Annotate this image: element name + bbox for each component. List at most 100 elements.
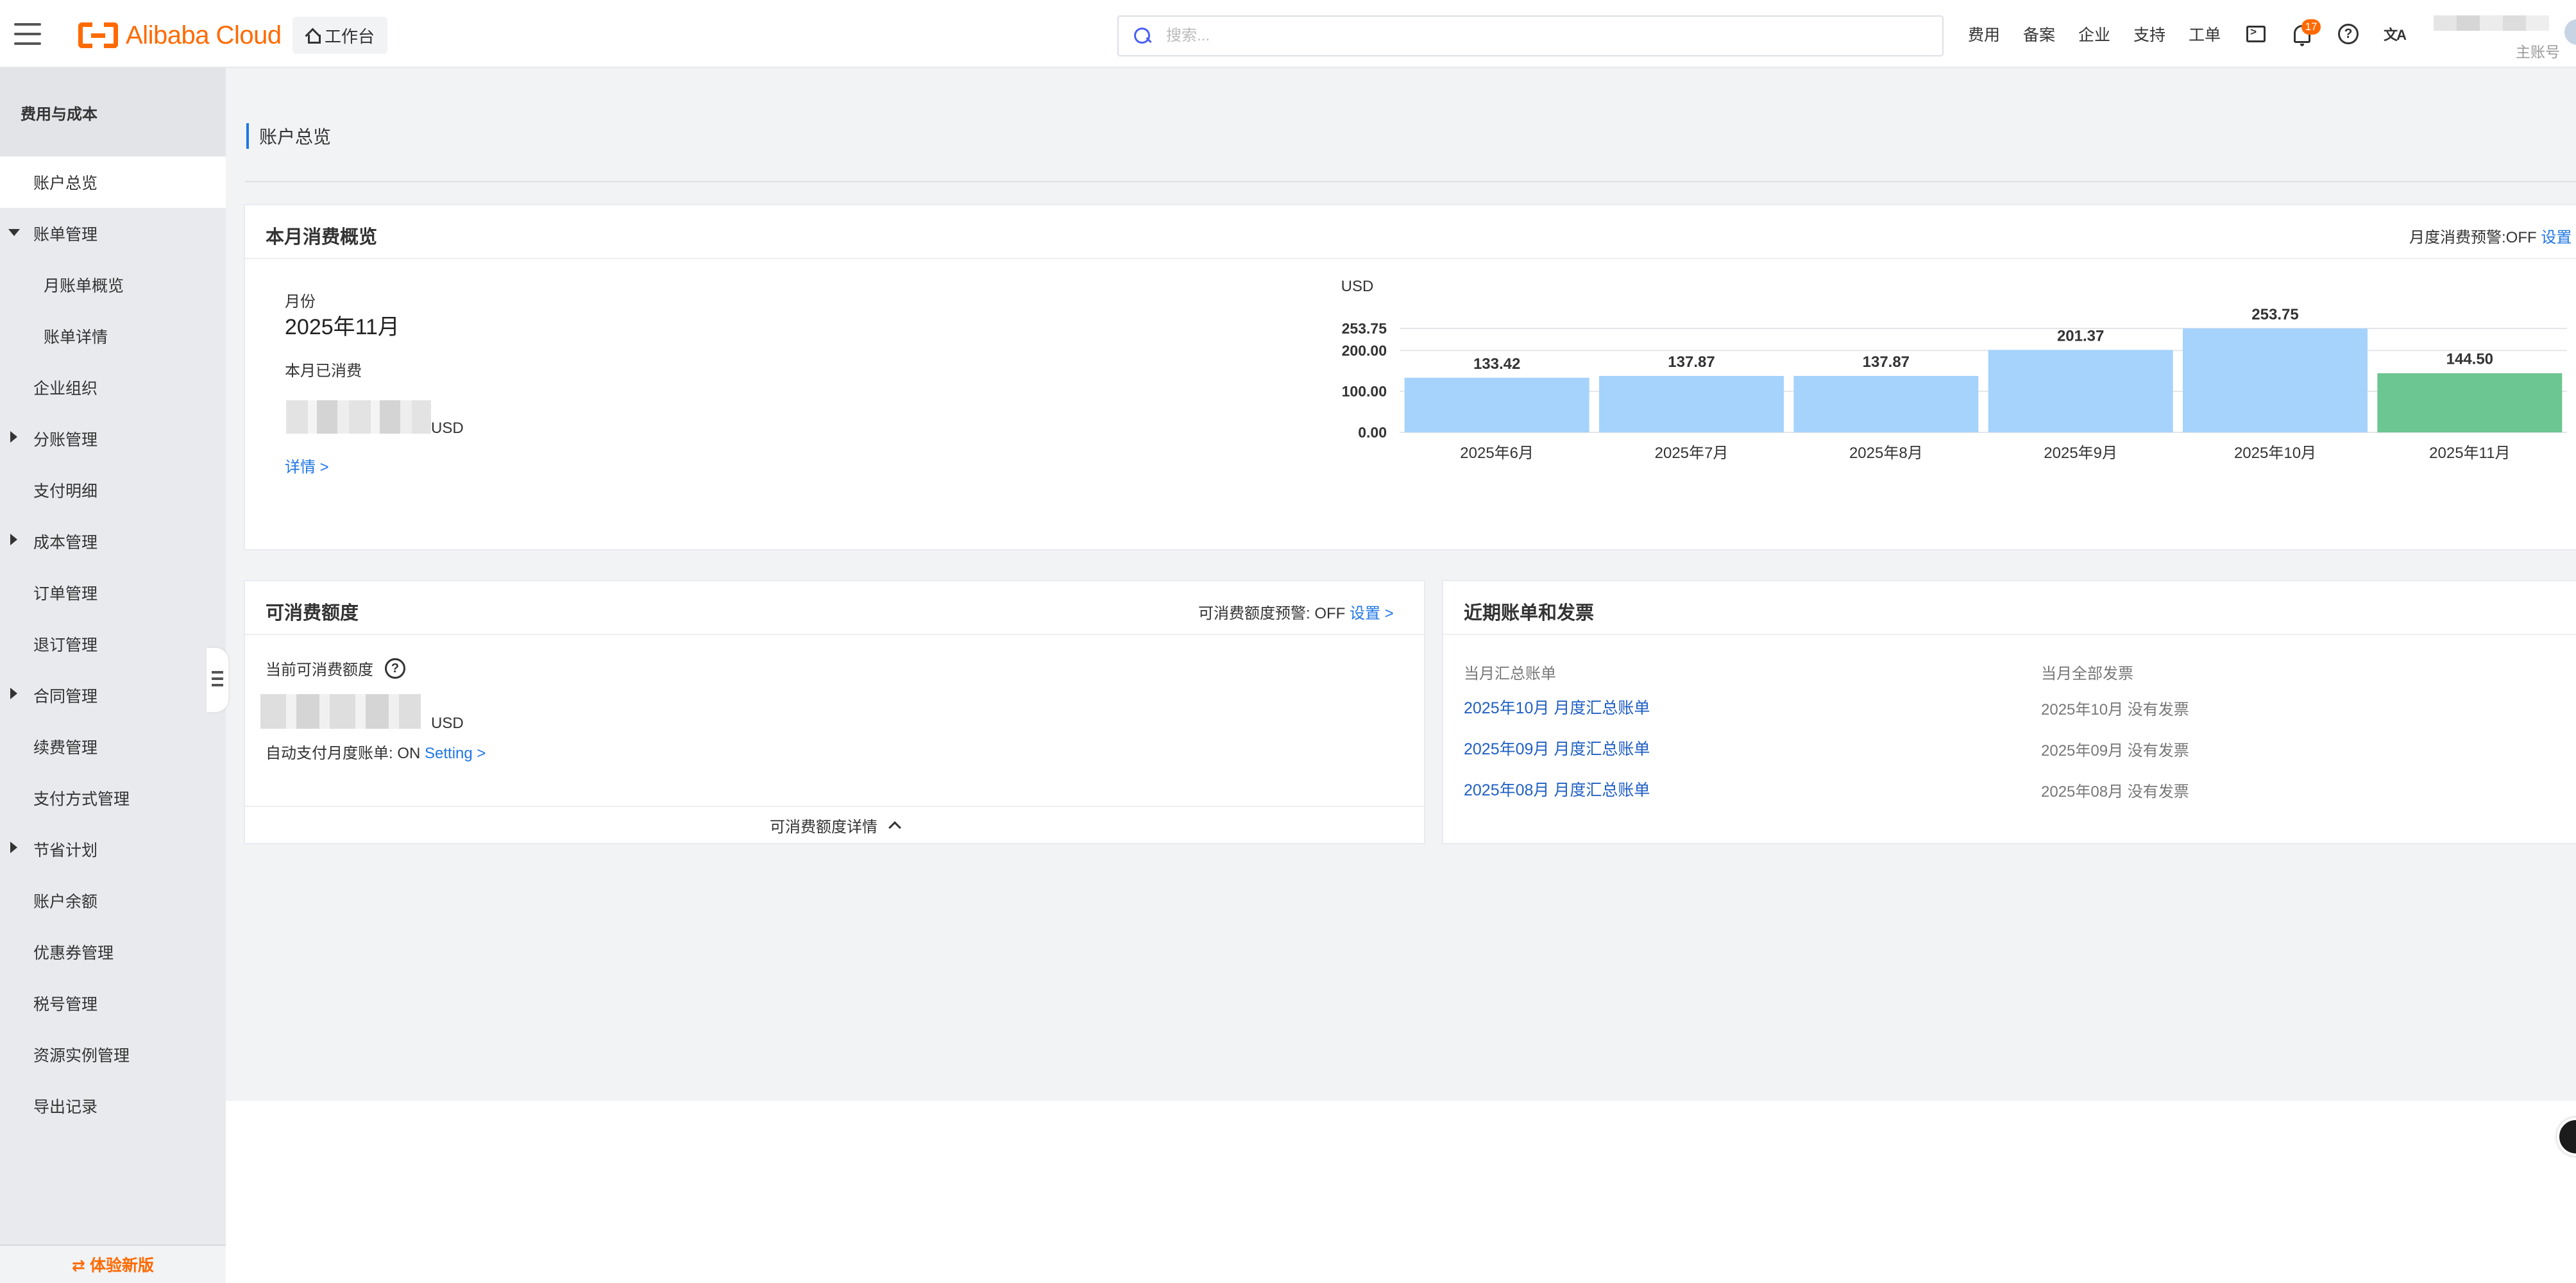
chart-bar[interactable] bbox=[1599, 375, 1784, 432]
sidebar-item[interactable]: 企业组织 bbox=[0, 362, 226, 413]
search-input[interactable] bbox=[1166, 27, 1872, 45]
sidebar-item[interactable]: 分账管理 bbox=[0, 413, 226, 464]
caret-right-icon bbox=[10, 688, 17, 699]
account-name-redacted[interactable] bbox=[2434, 15, 2549, 31]
spent-unit: USD bbox=[431, 420, 464, 437]
card-title: 可消费额度 bbox=[266, 603, 359, 624]
sidebar-item[interactable]: 账单详情 bbox=[0, 310, 226, 362]
chart-x-tick: 2025年7月 bbox=[1655, 445, 1729, 462]
sidebar-item-label: 支付明细 bbox=[33, 482, 98, 500]
sidebar-item[interactable]: 成本管理 bbox=[0, 516, 226, 567]
invoices-column-header: 当月全部发票 bbox=[2041, 665, 2133, 683]
sidebar-item[interactable]: 合同管理 bbox=[0, 670, 226, 721]
chart-bar[interactable] bbox=[1404, 377, 1589, 432]
invoice-status: 2025年09月 没有发票 bbox=[2041, 742, 2189, 760]
workbench-button[interactable]: 工作台 bbox=[292, 17, 388, 54]
chart-y-tick: 200.00 bbox=[1342, 342, 1387, 359]
monthly-alert-label: 月度消费预警:OFF bbox=[2409, 229, 2537, 246]
sidebar-item[interactable]: 账户余额 bbox=[0, 875, 226, 926]
card-title: 近期账单和发票 bbox=[1464, 603, 1595, 624]
chart-y-unit: USD bbox=[1341, 278, 1374, 295]
credit-warning: 可消费额度预警: OFF 设置 > bbox=[1198, 600, 1394, 623]
logo[interactable]: Alibaba Cloud bbox=[78, 19, 282, 51]
sidebar-item[interactable]: 月账单概览 bbox=[0, 259, 226, 310]
sidebar-item-label: 优惠券管理 bbox=[33, 944, 114, 962]
sidebar-item-label: 月账单概览 bbox=[44, 277, 124, 295]
chart-x-tick: 2025年6月 bbox=[1460, 445, 1534, 462]
nav-support[interactable]: 支持 bbox=[2133, 22, 2165, 46]
sidebar-item[interactable]: 账单管理 bbox=[0, 208, 226, 259]
chart-x-tick: 2025年9月 bbox=[2044, 445, 2117, 462]
try-new-version-button[interactable]: ⇄ 体验新版 bbox=[0, 1245, 226, 1283]
monthly-bill-link[interactable]: 2025年10月 月度汇总账单 bbox=[1464, 695, 1650, 718]
sidebar-item[interactable]: 支付明细 bbox=[0, 464, 226, 516]
sidebar-item[interactable]: 资源实例管理 bbox=[0, 1029, 226, 1080]
sidebar-item[interactable]: 订单管理 bbox=[0, 567, 226, 618]
nav-filing[interactable]: 备案 bbox=[2023, 22, 2055, 46]
cloud-shell-button[interactable] bbox=[2244, 22, 2268, 46]
sidebar-collapse-handle[interactable] bbox=[207, 648, 228, 712]
chart-y-tick: 0.00 bbox=[1358, 424, 1387, 441]
sidebar-item[interactable]: 税号管理 bbox=[0, 978, 226, 1029]
sidebar-item-label: 分账管理 bbox=[33, 431, 98, 449]
help-icon: ? bbox=[2338, 24, 2359, 44]
invoice-status: 2025年10月 没有发票 bbox=[2041, 701, 2189, 718]
sidebar-title: 费用与成本 bbox=[0, 68, 226, 157]
credit-details-label: 可消费额度详情 bbox=[770, 818, 877, 836]
spent-amount-redacted bbox=[286, 400, 431, 434]
credit-warning-settings-link[interactable]: 设置 > bbox=[1350, 605, 1394, 622]
sidebar-item[interactable]: 支付方式管理 bbox=[0, 772, 226, 824]
chart-bar[interactable] bbox=[1793, 375, 1979, 432]
nav-fees[interactable]: 费用 bbox=[1968, 22, 2000, 46]
current-credit-caption: 当前可消费额度 ? bbox=[266, 657, 405, 679]
sidebar-item[interactable]: 优惠券管理 bbox=[0, 926, 226, 978]
sidebar-item-label: 成本管理 bbox=[33, 534, 98, 552]
nav-tickets[interactable]: 工单 bbox=[2189, 22, 2221, 46]
credit-warning-state: OFF bbox=[1314, 605, 1346, 622]
spent-caption: 本月已消费 bbox=[285, 362, 362, 380]
chart-bar[interactable] bbox=[2377, 373, 2563, 432]
assistant-float-button[interactable] bbox=[2557, 1117, 2576, 1156]
sidebar-item-label: 企业组织 bbox=[33, 380, 98, 398]
credit-details-toggle[interactable]: 可消费额度详情 bbox=[245, 806, 1424, 843]
sidebar-item-label: 账户总览 bbox=[33, 174, 98, 192]
sidebar-item[interactable]: 退订管理 bbox=[0, 618, 226, 670]
divider bbox=[245, 181, 2576, 182]
search-box[interactable] bbox=[1117, 15, 1944, 56]
month-value: 2025年11月 bbox=[285, 315, 400, 339]
autopay-row: 自动支付月度账单: ON Setting > bbox=[266, 740, 486, 763]
autopay-settings-link[interactable]: Setting > bbox=[425, 745, 486, 762]
chevron-up-icon bbox=[888, 821, 901, 834]
workbench-label: 工作台 bbox=[325, 26, 375, 46]
sidebar-item[interactable]: 节省计划 bbox=[0, 824, 226, 875]
nav-enterprise[interactable]: 企业 bbox=[2078, 22, 2110, 46]
sidebar-item-label: 节省计划 bbox=[33, 842, 98, 860]
sidebar-item[interactable]: 账户总览 bbox=[0, 157, 226, 208]
details-link[interactable]: 详情 > bbox=[285, 454, 329, 477]
available-credit-card: 可消费额度 可消费额度预警: OFF 设置 > 当前可消费额度 ? USD 自动… bbox=[244, 580, 1425, 844]
monthly-bill-link[interactable]: 2025年08月 月度汇总账单 bbox=[1464, 777, 1650, 801]
sidebar-item-label: 税号管理 bbox=[33, 996, 98, 1014]
sidebar-item[interactable]: 续费管理 bbox=[0, 721, 226, 772]
question-icon[interactable]: ? bbox=[385, 658, 405, 679]
monthly-alert-settings-link[interactable]: 设置 > bbox=[2541, 229, 2576, 246]
sidebar-item[interactable]: 导出记录 bbox=[0, 1080, 226, 1132]
help-button[interactable]: ? bbox=[2336, 22, 2360, 46]
card-title: 本月消费概览 bbox=[266, 227, 378, 248]
chart-bar[interactable] bbox=[1988, 350, 2173, 432]
current-credit-label: 当前可消费额度 bbox=[266, 661, 373, 679]
notifications-button[interactable]: 17 bbox=[2290, 19, 2321, 46]
language-button[interactable]: 文A bbox=[2382, 22, 2407, 46]
avatar[interactable] bbox=[2564, 19, 2576, 45]
monthly-bill-link[interactable]: 2025年09月 月度汇总账单 bbox=[1464, 736, 1650, 760]
menu-icon[interactable] bbox=[14, 23, 41, 45]
chart-value-label: 253.75 bbox=[2251, 306, 2298, 323]
top-bar: Alibaba Cloud 工作台 费用 备案 企业 支持 工单 17 ? 文A… bbox=[0, 0, 2576, 68]
monthly-overview-card: 本月消费概览 月度消费预警:OFF 设置 > 月份 2025年11月 本月已消费… bbox=[244, 204, 2576, 550]
home-icon bbox=[305, 28, 321, 44]
chart-bar[interactable] bbox=[2183, 328, 2368, 432]
chart-y-tick: 100.00 bbox=[1342, 383, 1387, 400]
chart-value-label: 144.50 bbox=[2446, 351, 2493, 368]
card-header: 近期账单和发票 bbox=[1443, 581, 2576, 635]
bills-column-header: 当月汇总账单 bbox=[1464, 665, 1556, 683]
